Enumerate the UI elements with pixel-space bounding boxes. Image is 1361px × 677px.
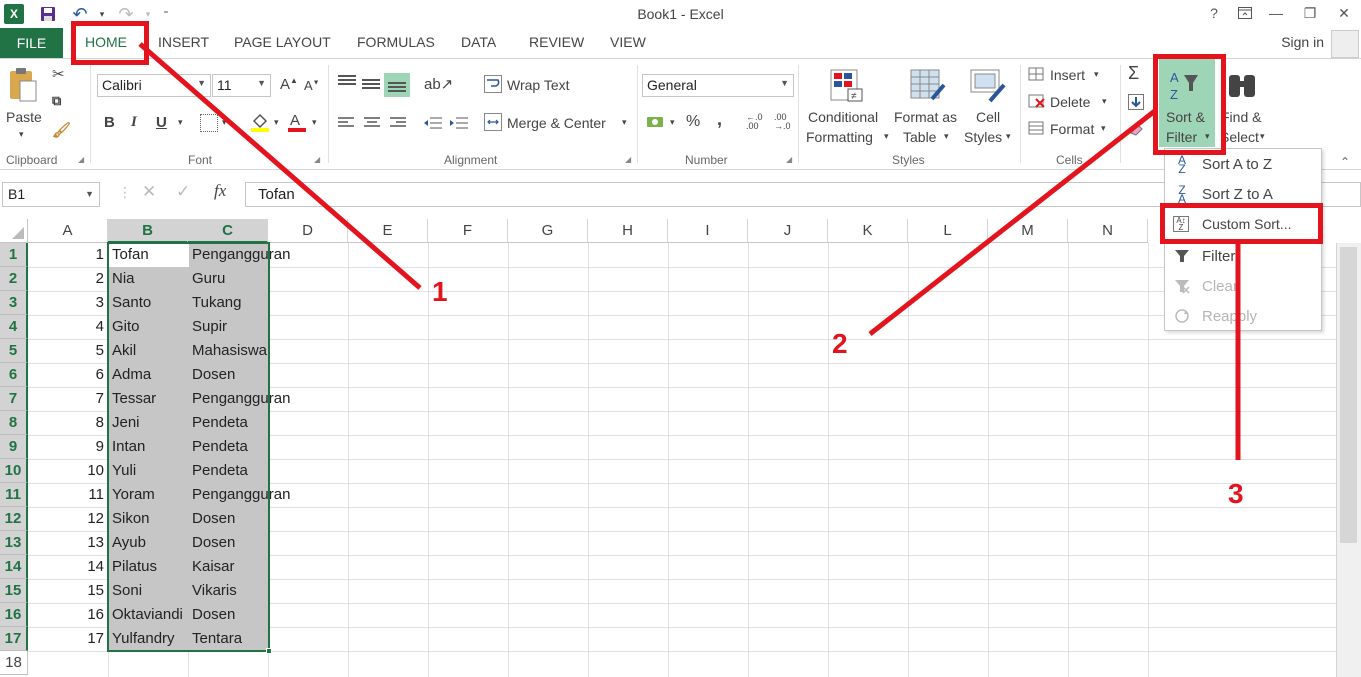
annotation-number-1: 1 [432, 276, 448, 307]
annotation-number-3: 3 [1228, 478, 1244, 509]
annotation-box-sort-filter [1153, 54, 1226, 155]
annotation-line-1 [138, 42, 422, 290]
annotation-line-2 [868, 108, 1158, 336]
annotation-number-2: 2 [832, 328, 848, 359]
annotation-box-home [71, 21, 149, 65]
annotation-box-custom-sort [1160, 203, 1323, 244]
